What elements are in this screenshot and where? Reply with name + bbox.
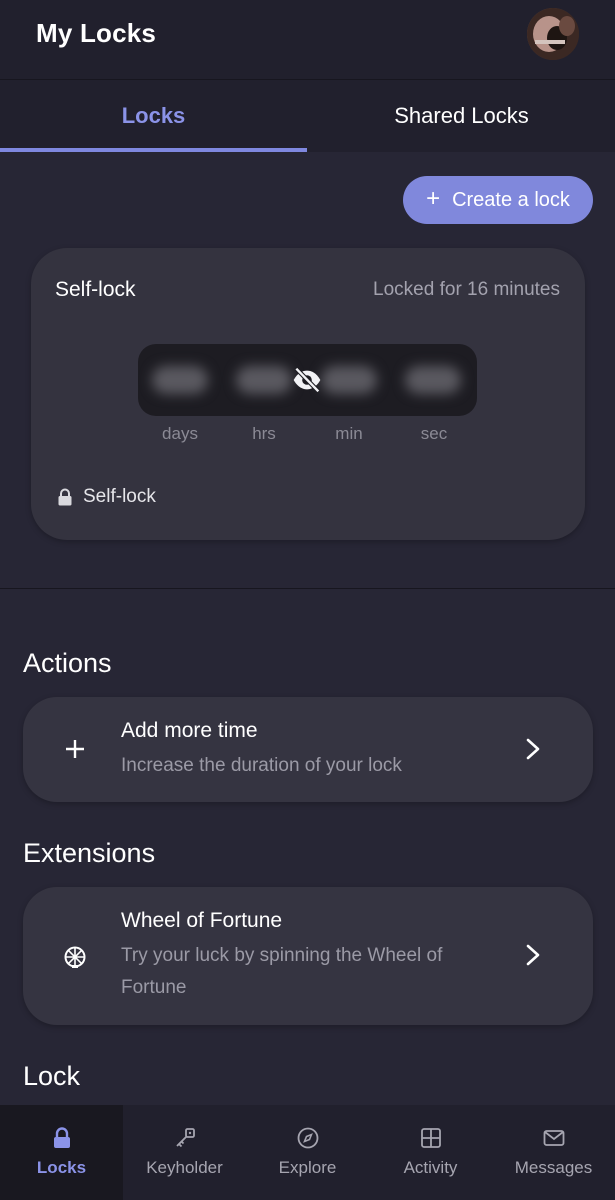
chevron-right-icon bbox=[526, 944, 540, 966]
lock-heading: Lock bbox=[23, 1061, 81, 1091]
bottom-nav: Locks Keyholder Explore Activity Message… bbox=[0, 1105, 615, 1200]
nav-messages[interactable]: Messages bbox=[492, 1105, 615, 1200]
timer-minutes-blurred bbox=[321, 366, 377, 394]
add-more-time-title: Add more time bbox=[121, 719, 258, 742]
tab-locks[interactable]: Locks bbox=[0, 80, 307, 152]
compass-icon bbox=[297, 1127, 318, 1149]
create-lock-label: Create a lock bbox=[452, 188, 570, 211]
add-more-time-card[interactable]: Add more time Increase the duration of y… bbox=[23, 697, 593, 802]
nav-keyholder-label: Keyholder bbox=[146, 1158, 223, 1177]
lock-type: Self-lock bbox=[57, 486, 156, 508]
lock-tabs: Locks Shared Locks bbox=[0, 80, 615, 152]
wheel-of-fortune-title: Wheel of Fortune bbox=[121, 909, 283, 932]
key-icon bbox=[175, 1128, 195, 1148]
nav-explore-label: Explore bbox=[278, 1158, 337, 1177]
page-title: My Locks bbox=[36, 18, 157, 48]
nav-activity-label: Activity bbox=[403, 1158, 458, 1177]
hidden-timer[interactable] bbox=[138, 344, 477, 416]
unit-min: min bbox=[335, 424, 363, 443]
actions-heading: Actions bbox=[23, 648, 112, 678]
lock-card-title: Self-lock bbox=[55, 278, 136, 301]
lock-card[interactable]: Self-lock Locked for 16 minutes days hrs… bbox=[31, 248, 585, 540]
nav-activity[interactable]: Activity bbox=[369, 1105, 492, 1200]
active-tab-indicator bbox=[0, 148, 307, 152]
lock-status: Locked for 16 minutes bbox=[373, 279, 560, 300]
grid-icon bbox=[420, 1128, 441, 1148]
nav-messages-label: Messages bbox=[514, 1158, 593, 1177]
avatar-image bbox=[527, 8, 579, 60]
unit-days: days bbox=[162, 424, 198, 443]
create-lock-button[interactable]: + Create a lock bbox=[403, 176, 593, 224]
lock-icon bbox=[58, 488, 72, 506]
nav-locks-label: Locks bbox=[36, 1158, 87, 1177]
lock-type-label: Self-lock bbox=[83, 486, 156, 507]
unit-hrs: hrs bbox=[252, 424, 276, 443]
wheel-of-fortune-card[interactable]: Wheel of Fortune Try your luck by spinni… bbox=[23, 887, 593, 1025]
envelope-icon bbox=[543, 1130, 564, 1146]
app-header: My Locks bbox=[0, 0, 615, 80]
add-more-time-description: Increase the duration of your lock bbox=[121, 755, 402, 776]
timer-hours-blurred bbox=[236, 366, 292, 394]
nav-explore[interactable]: Explore bbox=[246, 1105, 369, 1200]
chevron-right-icon bbox=[526, 738, 540, 760]
avatar[interactable] bbox=[527, 8, 579, 60]
nav-locks[interactable]: Locks bbox=[0, 1105, 123, 1200]
wheel-icon bbox=[61, 943, 89, 971]
lock-icon bbox=[53, 1127, 70, 1148]
nav-keyholder[interactable]: Keyholder bbox=[123, 1105, 246, 1200]
plus-icon: + bbox=[426, 185, 441, 212]
timer-days-blurred bbox=[152, 366, 208, 394]
eye-off-icon bbox=[293, 367, 321, 393]
tab-shared-locks[interactable]: Shared Locks bbox=[308, 80, 615, 152]
wheel-of-fortune-description-line1: Try your luck by spinning the Wheel of bbox=[121, 945, 443, 966]
unit-sec: sec bbox=[420, 424, 448, 443]
timer-seconds-blurred bbox=[405, 366, 461, 394]
wheel-of-fortune-description-line2: Fortune bbox=[121, 977, 187, 998]
plus-icon bbox=[61, 735, 89, 763]
section-divider bbox=[0, 588, 615, 589]
extensions-heading: Extensions bbox=[23, 838, 156, 868]
